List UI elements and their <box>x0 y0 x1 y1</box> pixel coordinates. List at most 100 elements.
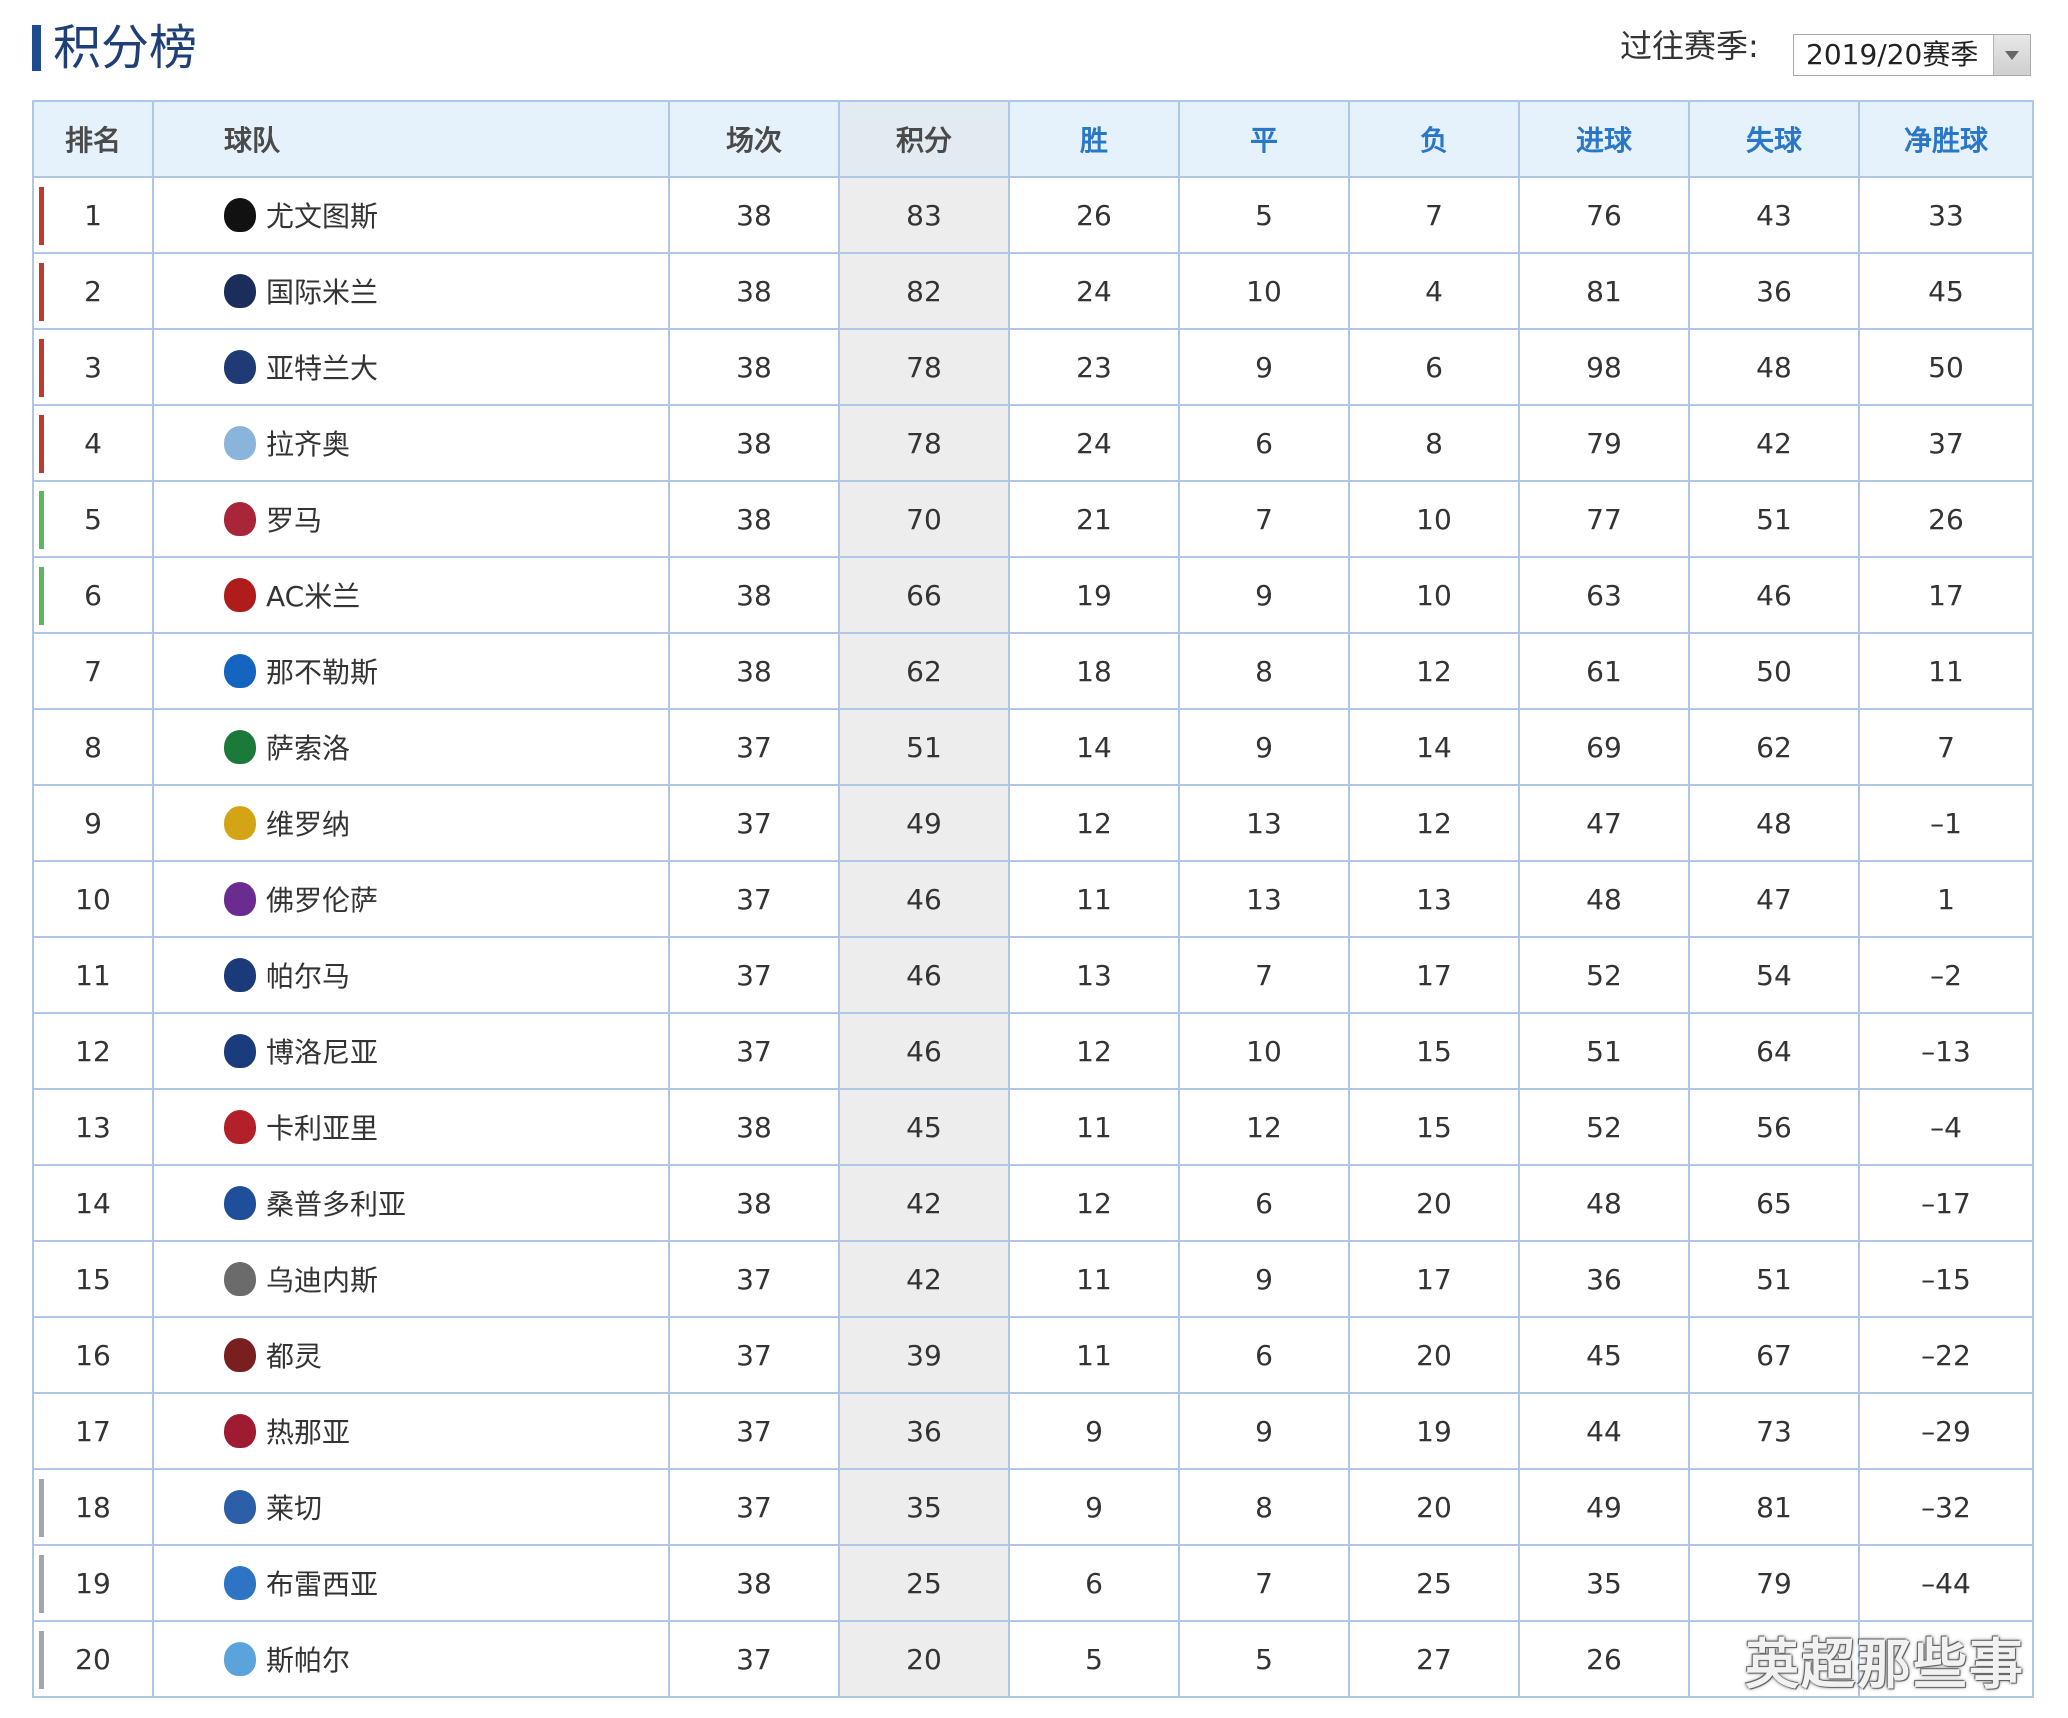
team-name[interactable]: 萨索洛 <box>266 727 350 767</box>
goals-for-cell: 47 <box>1518 784 1690 862</box>
team-cell[interactable]: 莱切 <box>152 1468 670 1546</box>
team-cell[interactable]: 拉齐奥 <box>152 404 670 482</box>
table-row[interactable]: 5 罗马 38 70 21 7 10 77 51 26 <box>32 480 2034 558</box>
table-row[interactable]: 17 热那亚 37 36 9 9 19 44 73 –29 <box>32 1392 2034 1470</box>
table-row[interactable]: 16 都灵 37 39 11 6 20 45 67 –22 <box>32 1316 2034 1394</box>
team-name[interactable]: 那不勒斯 <box>266 651 378 691</box>
goal-difference-cell: 33 <box>1858 176 2034 254</box>
table-row[interactable]: 15 乌迪内斯 37 42 11 9 17 36 51 –15 <box>32 1240 2034 1318</box>
rank-value: 16 <box>75 1338 111 1372</box>
team-cell[interactable]: 乌迪内斯 <box>152 1240 670 1318</box>
table-row[interactable]: 6 AC米兰 38 66 19 9 10 63 46 17 <box>32 556 2034 634</box>
lost-cell: 6 <box>1348 328 1520 406</box>
team-name[interactable]: 莱切 <box>266 1487 322 1527</box>
team-name[interactable]: 拉齐奥 <box>266 423 350 463</box>
rank-cell: 19 <box>32 1544 154 1622</box>
team-name[interactable]: 佛罗伦萨 <box>266 879 378 919</box>
season-select[interactable]: 2019/20赛季 <box>1793 34 2031 76</box>
table-row[interactable]: 4 拉齐奥 38 78 24 6 8 79 42 37 <box>32 404 2034 482</box>
team-cell[interactable]: 维罗纳 <box>152 784 670 862</box>
team-cell[interactable]: 热那亚 <box>152 1392 670 1470</box>
played-cell: 37 <box>668 1316 840 1394</box>
lost-cell: 14 <box>1348 708 1520 786</box>
team-name[interactable]: 都灵 <box>266 1335 322 1375</box>
team-cell[interactable]: 博洛尼亚 <box>152 1012 670 1090</box>
goal-difference-cell: –4 <box>1858 1088 2034 1166</box>
table-row[interactable]: 9 维罗纳 37 49 12 13 12 47 48 –1 <box>32 784 2034 862</box>
rank-value: 3 <box>84 350 102 384</box>
team-cell[interactable]: 尤文图斯 <box>152 176 670 254</box>
team-name[interactable]: 亚特兰大 <box>266 347 378 387</box>
drawn-cell: 9 <box>1178 328 1350 406</box>
table-row[interactable]: 11 帕尔马 37 46 13 7 17 52 54 –2 <box>32 936 2034 1014</box>
played-cell: 37 <box>668 1392 840 1470</box>
points-cell: 46 <box>838 936 1010 1014</box>
team-cell[interactable]: 都灵 <box>152 1316 670 1394</box>
team-cell[interactable]: 布雷西亚 <box>152 1544 670 1622</box>
fiorentina-logo <box>224 882 256 916</box>
parma-logo <box>224 958 256 992</box>
team-cell[interactable]: 卡利亚里 <box>152 1088 670 1166</box>
won-cell: 21 <box>1008 480 1180 558</box>
team-cell[interactable]: 桑普多利亚 <box>152 1164 670 1242</box>
standings-table: 排名 球队 场次 积分 胜 平 负 进球 失球 净胜球 1 尤文图斯 38 83 26 5… <box>32 100 2034 1698</box>
table-row[interactable]: 19 布雷西亚 38 25 6 7 25 35 79 –44 <box>32 1544 2034 1622</box>
team-name[interactable]: 国际米兰 <box>266 271 378 311</box>
table-row[interactable]: 14 桑普多利亚 38 42 12 6 20 48 65 –17 <box>32 1164 2034 1242</box>
table-row[interactable]: 12 博洛尼亚 37 46 12 10 15 51 64 –13 <box>32 1012 2034 1090</box>
table-row[interactable]: 13 卡利亚里 38 45 11 12 15 52 56 –4 <box>32 1088 2034 1166</box>
drawn-cell: 8 <box>1178 1468 1350 1546</box>
team-name[interactable]: AC米兰 <box>266 575 360 615</box>
table-row[interactable]: 10 佛罗伦萨 37 46 11 13 13 48 47 1 <box>32 860 2034 938</box>
ac-milan-logo <box>224 578 256 612</box>
lost-cell: 20 <box>1348 1316 1520 1394</box>
team-name[interactable]: 尤文图斯 <box>266 195 378 235</box>
team-name[interactable]: 罗马 <box>266 499 322 539</box>
won-cell: 11 <box>1008 1088 1180 1166</box>
rank-value: 15 <box>75 1262 111 1296</box>
team-name[interactable]: 维罗纳 <box>266 803 350 843</box>
won-cell: 5 <box>1008 1620 1180 1698</box>
team-cell[interactable]: 斯帕尔 <box>152 1620 670 1698</box>
drawn-cell: 6 <box>1178 1316 1350 1394</box>
season-select-button[interactable] <box>1993 35 2030 75</box>
table-row[interactable]: 7 那不勒斯 38 62 18 8 12 61 50 11 <box>32 632 2034 710</box>
team-name[interactable]: 桑普多利亚 <box>266 1183 406 1223</box>
team-cell[interactable]: 那不勒斯 <box>152 632 670 710</box>
team-cell[interactable]: AC米兰 <box>152 556 670 634</box>
table-row[interactable]: 8 萨索洛 37 51 14 9 14 69 62 7 <box>32 708 2034 786</box>
juventus-logo <box>224 198 256 232</box>
team-cell[interactable]: 佛罗伦萨 <box>152 860 670 938</box>
rank-value: 12 <box>75 1034 111 1068</box>
table-row[interactable]: 2 国际米兰 38 82 24 10 4 81 36 45 <box>32 252 2034 330</box>
table-row[interactable]: 1 尤文图斯 38 83 26 5 7 76 43 33 <box>32 176 2034 254</box>
table-row[interactable]: 3 亚特兰大 38 78 23 9 6 98 48 50 <box>32 328 2034 406</box>
points-cell: 39 <box>838 1316 1010 1394</box>
team-name[interactable]: 卡利亚里 <box>266 1107 378 1147</box>
goals-against-cell: 81 <box>1688 1468 1860 1546</box>
team-name[interactable]: 帕尔马 <box>266 955 350 995</box>
team-cell[interactable]: 萨索洛 <box>152 708 670 786</box>
team-name[interactable]: 乌迪内斯 <box>266 1259 378 1299</box>
team-cell[interactable]: 国际米兰 <box>152 252 670 330</box>
won-cell: 9 <box>1008 1392 1180 1470</box>
goals-against-cell: 62 <box>1688 708 1860 786</box>
lost-cell: 8 <box>1348 404 1520 482</box>
header-goals-for: 进球 <box>1518 100 1690 178</box>
inter-logo <box>224 274 256 308</box>
team-cell[interactable]: 亚特兰大 <box>152 328 670 406</box>
played-cell: 38 <box>668 176 840 254</box>
rank-cell: 3 <box>32 328 154 406</box>
goal-difference-cell: –32 <box>1858 1468 2034 1546</box>
team-name[interactable]: 斯帕尔 <box>266 1639 350 1679</box>
team-name[interactable]: 热那亚 <box>266 1411 350 1451</box>
table-row[interactable]: 18 莱切 37 35 9 8 20 49 81 –32 <box>32 1468 2034 1546</box>
team-cell[interactable]: 帕尔马 <box>152 936 670 1014</box>
header-points: 积分 <box>838 100 1010 178</box>
points-cell: 78 <box>838 404 1010 482</box>
team-name[interactable]: 博洛尼亚 <box>266 1031 378 1071</box>
team-cell[interactable]: 罗马 <box>152 480 670 558</box>
table-row[interactable]: 20 斯帕尔 37 20 5 5 27 26 <box>32 1620 2034 1698</box>
team-name[interactable]: 布雷西亚 <box>266 1563 378 1603</box>
roma-logo <box>224 502 256 536</box>
